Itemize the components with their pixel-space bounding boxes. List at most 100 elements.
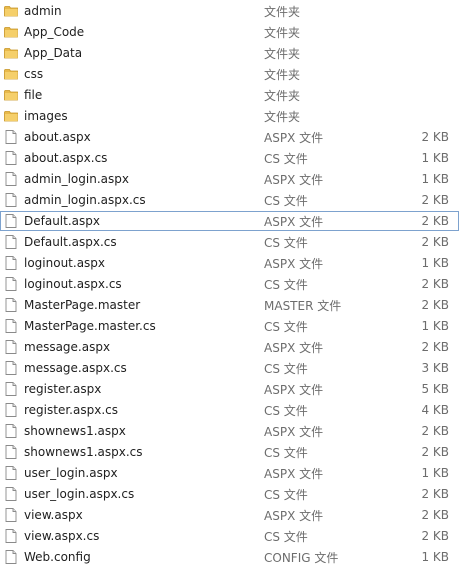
item-name: admin_login.aspx.cs xyxy=(24,193,146,207)
item-type: ASPX 文件 xyxy=(264,130,324,145)
item-size: 2 KB xyxy=(421,529,449,543)
file-icon xyxy=(3,192,19,208)
item-name: about.aspx xyxy=(24,130,91,144)
folder-icon xyxy=(3,24,19,40)
item-name: Web.config xyxy=(24,550,91,564)
item-size: 1 KB xyxy=(421,550,449,564)
item-name: Default.aspx.cs xyxy=(24,235,117,249)
folder-icon xyxy=(3,45,19,61)
item-size: 2 KB xyxy=(421,445,449,459)
item-name: message.aspx.cs xyxy=(24,361,127,375)
item-name: MasterPage.master xyxy=(24,298,141,312)
item-type: 文件夹 xyxy=(264,109,301,124)
file-row[interactable]: register.aspx.cs CS 文件 4 KB xyxy=(0,400,459,420)
file-row[interactable]: about.aspx ASPX 文件 2 KB xyxy=(0,127,459,147)
item-type: ASPX 文件 xyxy=(264,466,324,481)
file-icon xyxy=(3,150,19,166)
item-size: 1 KB xyxy=(421,172,449,186)
file-icon xyxy=(3,486,19,502)
item-size: 2 KB xyxy=(421,214,449,228)
item-type: ASPX 文件 xyxy=(264,508,324,523)
file-row[interactable]: shownews1.aspx ASPX 文件 2 KB xyxy=(0,421,459,441)
item-size: 2 KB xyxy=(421,508,449,522)
item-type: ASPX 文件 xyxy=(264,256,324,271)
file-icon xyxy=(3,360,19,376)
folder-row[interactable]: images 文件夹 xyxy=(0,106,459,126)
item-type: 文件夹 xyxy=(264,4,301,19)
item-type: 文件夹 xyxy=(264,67,301,82)
folder-row[interactable]: App_Code 文件夹 xyxy=(0,22,459,42)
file-icon xyxy=(3,213,19,229)
file-row[interactable]: MasterPage.master.cs CS 文件 1 KB xyxy=(0,316,459,336)
file-row[interactable]: view.aspx ASPX 文件 2 KB xyxy=(0,505,459,525)
item-name: register.aspx xyxy=(24,382,102,396)
file-icon xyxy=(3,465,19,481)
file-row[interactable]: admin_login.aspx ASPX 文件 1 KB xyxy=(0,169,459,189)
file-row[interactable]: register.aspx ASPX 文件 5 KB xyxy=(0,379,459,399)
file-row[interactable]: message.aspx.cs CS 文件 3 KB xyxy=(0,358,459,378)
item-type: CS 文件 xyxy=(264,445,308,460)
file-row[interactable]: Default.aspx ASPX 文件 2 KB xyxy=(0,211,459,231)
item-size: 1 KB xyxy=(421,151,449,165)
file-icon xyxy=(3,381,19,397)
item-size: 2 KB xyxy=(421,424,449,438)
item-name: MasterPage.master.cs xyxy=(24,319,156,333)
file-row[interactable]: Default.aspx.cs CS 文件 2 KB xyxy=(0,232,459,252)
item-name: css xyxy=(24,67,44,81)
file-row[interactable]: view.aspx.cs CS 文件 2 KB xyxy=(0,526,459,546)
item-type: ASPX 文件 xyxy=(264,214,324,229)
item-name: loginout.aspx xyxy=(24,256,106,270)
item-type: CS 文件 xyxy=(264,235,308,250)
folder-row[interactable]: App_Data 文件夹 xyxy=(0,43,459,63)
folder-icon xyxy=(3,108,19,124)
file-row[interactable]: loginout.aspx ASPX 文件 1 KB xyxy=(0,253,459,273)
file-icon xyxy=(3,423,19,439)
file-row[interactable]: loginout.aspx.cs CS 文件 2 KB xyxy=(0,274,459,294)
item-size: 2 KB xyxy=(421,340,449,354)
file-icon xyxy=(3,339,19,355)
item-name: shownews1.aspx.cs xyxy=(24,445,143,459)
item-name: file xyxy=(24,88,43,102)
item-size: 4 KB xyxy=(421,403,449,417)
item-name: loginout.aspx.cs xyxy=(24,277,122,291)
item-name: admin_login.aspx xyxy=(24,172,129,186)
item-type: 文件夹 xyxy=(264,88,301,103)
file-row[interactable]: Web.config CONFIG 文件 1 KB xyxy=(0,547,459,567)
item-type: CS 文件 xyxy=(264,361,308,376)
file-row[interactable]: MasterPage.master MASTER 文件 2 KB xyxy=(0,295,459,315)
file-row[interactable]: shownews1.aspx.cs CS 文件 2 KB xyxy=(0,442,459,462)
item-name: shownews1.aspx xyxy=(24,424,126,438)
file-list: admin 文件夹 App_Code 文件夹 App_Data 文件夹 css 文件夹 file… xyxy=(0,0,459,569)
folder-icon xyxy=(3,66,19,82)
item-type: ASPX 文件 xyxy=(264,340,324,355)
folder-icon xyxy=(3,3,19,19)
folder-row[interactable]: file 文件夹 xyxy=(0,85,459,105)
file-row[interactable]: about.aspx.cs CS 文件 1 KB xyxy=(0,148,459,168)
item-size: 1 KB xyxy=(421,466,449,480)
file-icon xyxy=(3,234,19,250)
file-row[interactable]: user_login.aspx ASPX 文件 1 KB xyxy=(0,463,459,483)
item-name: images xyxy=(24,109,68,123)
item-type: CONFIG 文件 xyxy=(264,550,339,565)
item-size: 2 KB xyxy=(421,298,449,312)
item-type: CS 文件 xyxy=(264,193,308,208)
folder-row[interactable]: css 文件夹 xyxy=(0,64,459,84)
file-row[interactable]: admin_login.aspx.cs CS 文件 2 KB xyxy=(0,190,459,210)
file-icon xyxy=(3,528,19,544)
item-name: view.aspx.cs xyxy=(24,529,100,543)
file-icon xyxy=(3,255,19,271)
item-type: CS 文件 xyxy=(264,487,308,502)
folder-row[interactable]: admin 文件夹 xyxy=(0,1,459,21)
item-name: user_login.aspx.cs xyxy=(24,487,135,501)
file-icon xyxy=(3,402,19,418)
file-icon xyxy=(3,549,19,565)
file-row[interactable]: user_login.aspx.cs CS 文件 2 KB xyxy=(0,484,459,504)
item-name: Default.aspx xyxy=(24,214,100,228)
item-type: 文件夹 xyxy=(264,25,301,40)
file-icon xyxy=(3,507,19,523)
item-name: admin xyxy=(24,4,62,18)
file-row[interactable]: message.aspx ASPX 文件 2 KB xyxy=(0,337,459,357)
file-icon xyxy=(3,444,19,460)
item-type: ASPX 文件 xyxy=(264,382,324,397)
item-type: CS 文件 xyxy=(264,277,308,292)
